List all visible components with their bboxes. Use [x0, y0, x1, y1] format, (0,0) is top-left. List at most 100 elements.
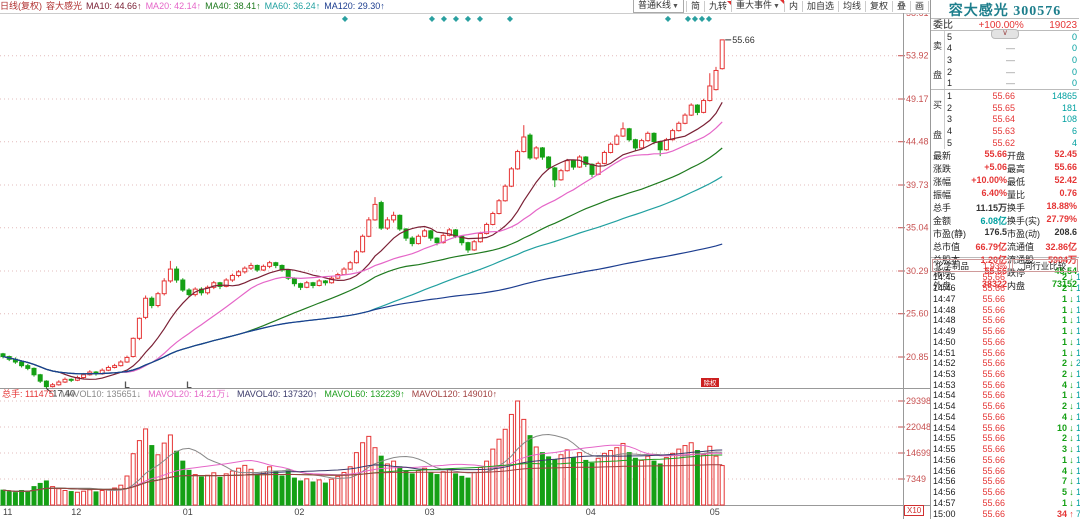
- period-label[interactable]: 日线(复权): [0, 1, 42, 11]
- sell-level-2[interactable]: 2—0: [945, 66, 1079, 78]
- volume-indicator-header: 总手: 111475MAVOL10: 135651↓MAVOL20: 14.21…: [2, 389, 504, 400]
- volume-bar: [57, 489, 61, 505]
- buy-level-5[interactable]: 555.624: [945, 137, 1079, 149]
- volume-bar: [491, 449, 495, 505]
- buy-level-3[interactable]: 355.64108: [945, 114, 1079, 126]
- candle: [119, 362, 123, 366]
- candle: [695, 105, 699, 112]
- tick-list[interactable]: 14:4555.662↓114:4655.662↓114:4755.661↓11…: [931, 272, 1080, 519]
- collapse-queue-button[interactable]: ∨: [991, 29, 1019, 39]
- volume-bar: [640, 460, 644, 505]
- toolbar-item-6[interactable]: 均线: [838, 1, 865, 12]
- toolbar-item-3[interactable]: 重大事件▼: [731, 0, 784, 12]
- volume-bar: [323, 483, 327, 505]
- chevron-down-icon: ▼: [773, 3, 780, 10]
- toolbar-item-label: 内: [789, 1, 798, 11]
- volume-bar: [218, 477, 222, 505]
- candle: [63, 379, 67, 382]
- quote-value: 55.66: [1054, 162, 1077, 175]
- order-book: 卖盘 5—04—03—02—01—0 ∨ 买盘 155.6614865255.6…: [931, 31, 1079, 149]
- candle: [423, 231, 427, 236]
- tick-count-clipped: 1: [1076, 315, 1080, 325]
- volume-bar: [435, 475, 439, 505]
- price-axis-label: 49.17: [906, 94, 929, 104]
- volume-bar: [199, 477, 203, 505]
- tick-price: 55.66: [963, 337, 1005, 347]
- toolbar-item-8[interactable]: 叠: [892, 1, 910, 12]
- volume-bar: [664, 458, 668, 505]
- candle: [602, 152, 606, 163]
- candlestick-chart[interactable]: 58.6153.9249.1744.4839.7335.0430.2925.60…: [0, 0, 930, 519]
- volume-bar: [342, 472, 346, 505]
- tick-time: 14:54: [933, 423, 963, 433]
- volume-bar: [671, 453, 675, 505]
- tick-time: 14:53: [933, 380, 963, 390]
- sell-level-1[interactable]: 1—0: [945, 77, 1079, 89]
- volume-bar: [534, 447, 538, 505]
- candle: [261, 266, 265, 270]
- tick-volume: 7: [1005, 476, 1067, 486]
- volume-bar: [416, 471, 420, 505]
- tick-price: 55.66: [963, 487, 1005, 497]
- volume-bar: [181, 461, 185, 505]
- toolbar-item-0[interactable]: 普通K线▼: [633, 0, 684, 13]
- buy-level-1[interactable]: 155.6614865: [945, 90, 1079, 102]
- industry-compare-button[interactable]: 同行业比较: [1012, 259, 1078, 272]
- volume-bar: [51, 487, 55, 505]
- sell-level-4[interactable]: 4—0: [945, 43, 1079, 55]
- candle: [249, 265, 253, 268]
- candle: [82, 375, 86, 378]
- candle: [373, 204, 377, 219]
- candle: [69, 379, 73, 380]
- tick-count-clipped: 1: [1076, 476, 1080, 486]
- toolbar-item-5[interactable]: 加自选: [802, 1, 838, 12]
- volume-bar: [292, 478, 296, 505]
- candle: [113, 366, 117, 368]
- candle: [342, 269, 346, 274]
- quote-label: 流通值: [1007, 240, 1034, 253]
- buy-level-4[interactable]: 455.636: [945, 125, 1079, 137]
- tick-price: 55.66: [963, 455, 1005, 465]
- volume-bar: [32, 487, 36, 505]
- volume-bar: [261, 472, 265, 505]
- tick-count-clipped: 1: [1076, 401, 1080, 411]
- volume-bar: [193, 475, 197, 505]
- sector-box[interactable]: 化学制品 1.93%: [932, 259, 1010, 272]
- candle: [274, 263, 278, 266]
- toolbar-item-4[interactable]: 内: [784, 1, 802, 12]
- candle: [621, 129, 625, 136]
- toolbar-item-9[interactable]: 画: [910, 1, 928, 12]
- volume-bar: [131, 454, 135, 505]
- buy-volume: 4: [1015, 138, 1077, 148]
- toolbar-item-7[interactable]: 复权: [865, 1, 892, 12]
- volume-bar: [26, 491, 30, 505]
- candle: [503, 186, 507, 201]
- volume-bar: [516, 401, 520, 505]
- candle: [348, 263, 352, 269]
- toolbar-item-2[interactable]: 九转: [704, 1, 731, 12]
- volume-bar: [305, 479, 309, 505]
- industry-row: 化学制品 1.93% 同行业比较: [931, 258, 1079, 272]
- volume-bar: [311, 482, 315, 505]
- month-axis-label: 11: [3, 507, 12, 517]
- month-axis-label: 12: [71, 507, 81, 517]
- buy-level-2[interactable]: 255.65181: [945, 102, 1079, 114]
- candle: [472, 242, 476, 250]
- quote-cell: 最高55.66: [1007, 162, 1077, 175]
- candle: [144, 298, 148, 317]
- tick-price: 55.66: [963, 444, 1005, 454]
- sell-price: —: [957, 67, 1015, 77]
- quote-cell: 量比0.76: [1007, 188, 1077, 201]
- volume-indicator: 总手: 111475: [2, 389, 54, 399]
- ma-indicator: MA60: 36.24↑: [265, 1, 321, 11]
- tick-time: 14:56: [933, 466, 963, 476]
- arrow-down-icon: ↓: [1067, 466, 1076, 476]
- toolbar-item-1[interactable]: 简: [686, 1, 704, 12]
- tick-count-clipped: 1: [1076, 433, 1080, 443]
- tick-price: 55.66: [963, 358, 1005, 368]
- tick-row: 14:5555.663↓1: [931, 444, 1080, 455]
- quote-label: 市盈(静): [933, 227, 966, 240]
- arrow-down-icon: ↓: [1067, 423, 1076, 433]
- arrow-down-icon: ↓: [1067, 455, 1076, 465]
- sell-level-3[interactable]: 3—0: [945, 54, 1079, 66]
